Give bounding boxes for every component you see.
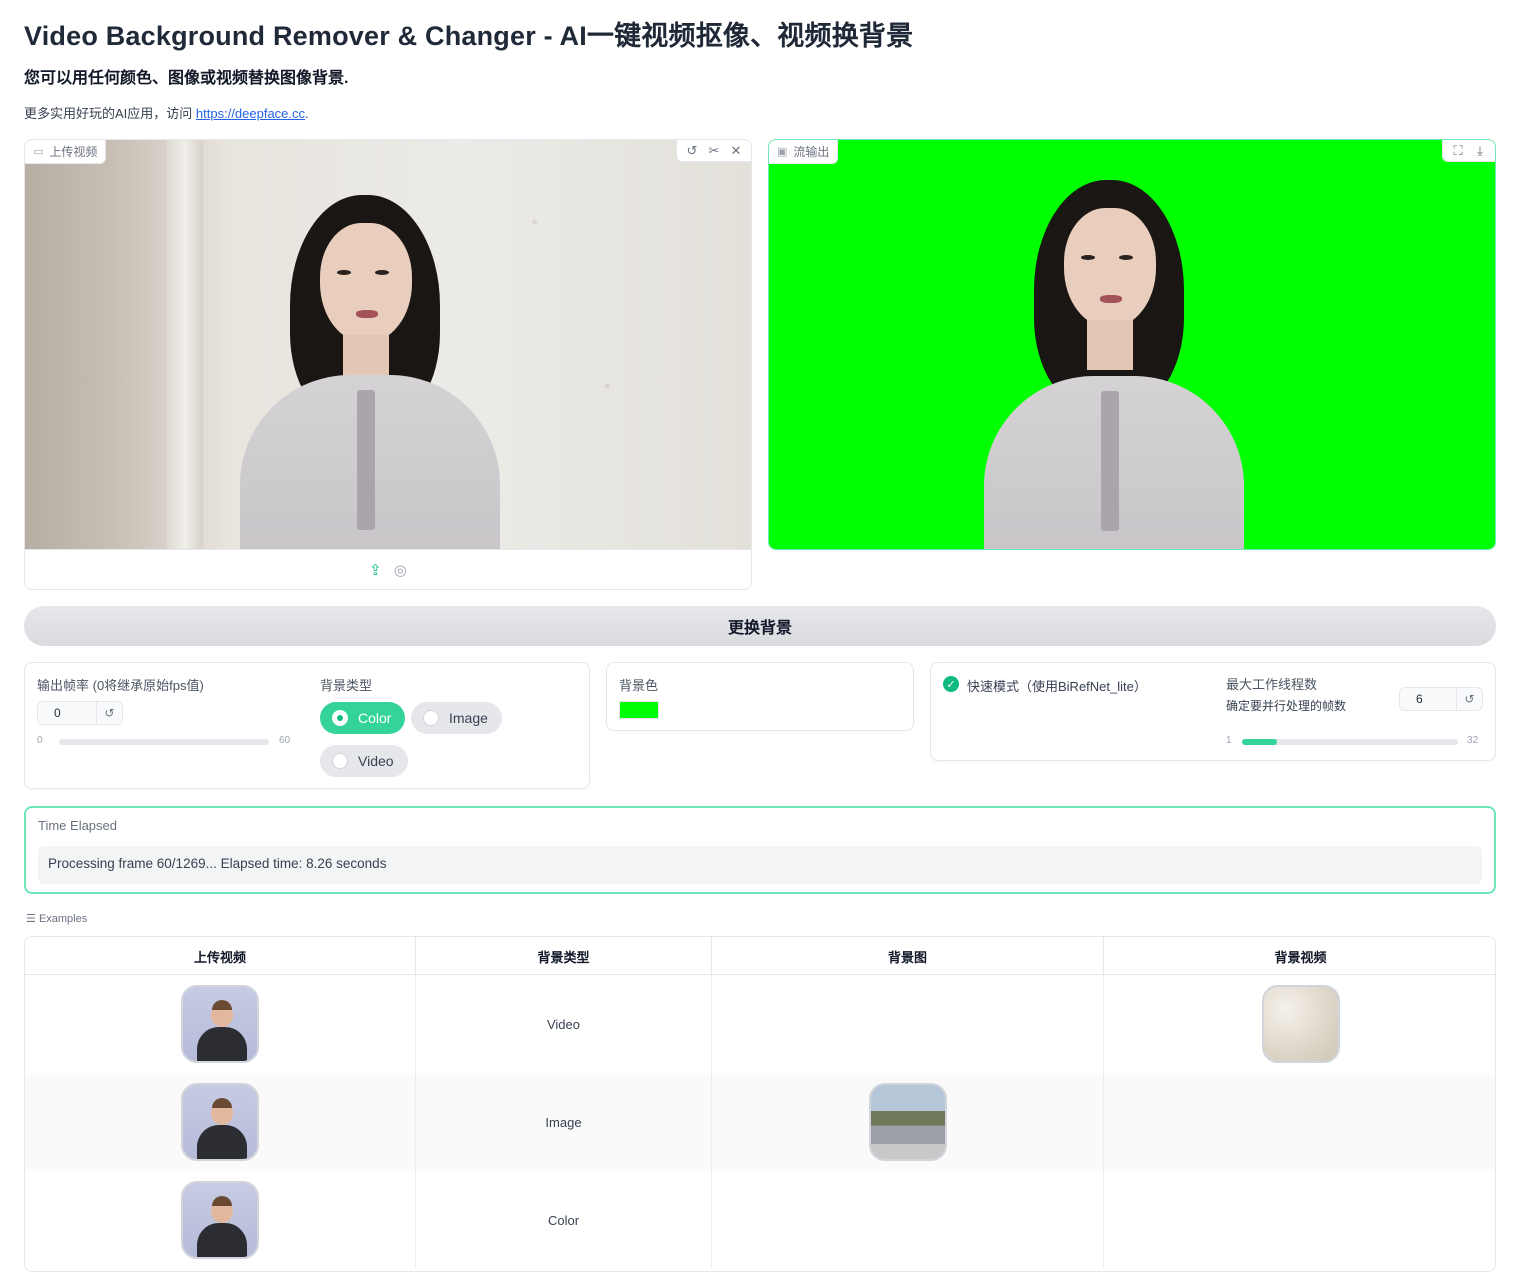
video-camera-icon: ▭	[33, 146, 44, 158]
input-video-toolbar: ↺ ✂ ✕	[676, 140, 751, 162]
fast-mode-label: 快速模式（使用BiRefNet_lite）	[967, 679, 1147, 694]
undo-icon[interactable]: ↺	[683, 142, 701, 160]
workers-reset-icon[interactable]: ↺	[1456, 688, 1482, 710]
example-video-thumbnail[interactable]	[181, 985, 259, 1063]
row-bg-type: Color	[416, 1171, 712, 1269]
example-video-thumbnail[interactable]	[181, 1083, 259, 1161]
more-apps-suffix: .	[305, 106, 309, 121]
column-header: 上传视频	[25, 937, 416, 975]
fps-min: 0	[37, 735, 43, 746]
input-video-label: ▭ 上传视频	[25, 140, 107, 164]
time-elapsed-label: Time Elapsed	[38, 818, 117, 833]
row-bg-image-cell	[712, 975, 1104, 1073]
table-row[interactable]: Video	[25, 975, 1495, 1073]
fps-reset-icon[interactable]: ↺	[96, 702, 122, 724]
row-bg-type: Image	[416, 1073, 712, 1171]
bg-type-image-label: Image	[449, 710, 488, 726]
image-icon: ▣	[777, 146, 788, 158]
fullscreen-icon[interactable]: ⛶	[1449, 142, 1467, 160]
download-icon[interactable]: ⤓	[1471, 142, 1489, 160]
radio-dot-icon	[332, 710, 348, 726]
fps-value: 0	[54, 706, 61, 720]
woman-figure-output	[969, 180, 1269, 549]
row-bg-video-cell	[1104, 1171, 1495, 1269]
upload-icon[interactable]: ⇪	[369, 561, 382, 579]
row-video-cell	[25, 1073, 416, 1171]
row-video-cell	[25, 1171, 416, 1269]
fps-max: 60	[279, 735, 291, 746]
bg-type-label: 背景类型	[320, 678, 373, 693]
workers-number-input[interactable]: 6 ↺	[1399, 687, 1483, 711]
bg-type-color-radio[interactable]: Color	[320, 702, 406, 734]
workers-sublabel: 确定要并行处理的帧数	[1226, 699, 1347, 713]
row-bg-image-cell	[712, 1171, 1104, 1269]
examples-table: 上传视频 背景类型 背景图 背景视频 Video Image Color	[24, 936, 1496, 1272]
workers-label: 最大工作线程数	[1226, 677, 1318, 692]
bg-color-card: 背景色	[606, 662, 914, 731]
change-background-button[interactable]: 更换背景	[24, 606, 1496, 646]
fast-mode-checkbox[interactable]: ✓	[943, 676, 959, 692]
row-bg-video-cell	[1104, 975, 1495, 1073]
time-elapsed-textbox[interactable]: Processing frame 60/1269... Elapsed time…	[38, 846, 1482, 884]
examples-label-text: Examples	[38, 913, 88, 925]
column-header: 背景类型	[416, 937, 712, 975]
close-icon[interactable]: ✕	[727, 142, 745, 160]
more-apps-prefix: 更多实用好玩的AI应用，访问	[24, 106, 196, 121]
row-bg-type: Video	[416, 975, 712, 1073]
output-stream-panel: ▣ 流输出 ⛶ ⤓	[768, 139, 1496, 550]
example-bg-image-thumbnail[interactable]	[868, 1083, 947, 1161]
workers-slider-fill	[1242, 739, 1277, 745]
deepface-link[interactable]: https://deepface.cc	[196, 106, 305, 121]
row-bg-video-cell	[1104, 1073, 1495, 1171]
example-bg-video-thumbnail[interactable]	[1261, 985, 1340, 1063]
workers-value: 6	[1416, 692, 1423, 706]
output-stream-label-text: 流输出	[793, 145, 830, 159]
radio-dot-icon	[423, 710, 439, 726]
fps-number-input[interactable]: 0 ↺	[37, 701, 123, 725]
scissors-icon[interactable]: ✂	[705, 142, 723, 160]
examples-table-header: 上传视频 背景类型 背景图 背景视频	[25, 937, 1495, 975]
input-video-label-text: 上传视频	[49, 145, 98, 159]
input-source-bar: ⇪ ◎	[25, 549, 751, 589]
bg-color-label: 背景色	[619, 678, 659, 693]
radio-dot-icon	[332, 753, 348, 769]
fps-slider[interactable]	[59, 739, 269, 745]
bg-type-video-label: Video	[358, 753, 394, 769]
column-header: 背景视频	[1274, 949, 1327, 965]
input-video-player[interactable]	[25, 140, 751, 550]
workers-min: 1	[1226, 735, 1232, 746]
fps-label: 输出帧率 (0将继承原始fps值)	[37, 678, 204, 693]
row-video-cell	[25, 975, 416, 1073]
time-elapsed-panel: Time Elapsed Processing frame 60/1269...…	[24, 806, 1496, 894]
fast-mode-card: ✓ 快速模式（使用BiRefNet_lite） 最大工作线程数 确定要并行处理的…	[930, 662, 1496, 761]
more-apps-line: 更多实用好玩的AI应用，访问 https://deepface.cc.	[24, 103, 309, 122]
list-icon: ☰	[26, 913, 36, 925]
examples-label: ☰ Examples	[26, 912, 87, 925]
workers-slider[interactable]	[1242, 739, 1458, 745]
bg-color-swatch[interactable]	[619, 701, 659, 719]
example-video-thumbnail[interactable]	[181, 1181, 259, 1259]
column-header: 背景图	[712, 937, 1104, 975]
woman-figure	[225, 195, 525, 550]
table-row[interactable]: Color	[25, 1171, 1495, 1269]
input-video-panel: ▭ 上传视频 ↺ ✂ ✕ ⇪ ◎	[24, 139, 752, 590]
bg-type-image-radio[interactable]: Image	[411, 702, 502, 734]
page-title: Video Background Remover & Changer - AI一…	[24, 21, 914, 51]
output-stream-label: ▣ 流输出	[769, 140, 839, 164]
webcam-icon[interactable]: ◎	[394, 561, 407, 579]
row-bg-image-cell	[712, 1073, 1104, 1171]
page-subtitle: 您可以用任何颜色、图像或视频替换图像背景.	[24, 70, 349, 87]
door-frame	[167, 140, 203, 550]
bg-type-video-radio[interactable]: Video	[320, 745, 408, 777]
workers-max: 32	[1467, 735, 1479, 746]
fps-and-type-card: 输出帧率 (0将继承原始fps值) 0 ↺ 0 60 背景类型 Color Im…	[24, 662, 590, 789]
output-toolbar: ⛶ ⤓	[1442, 140, 1495, 162]
bg-type-color-label: Color	[358, 710, 392, 726]
output-stream-image	[769, 140, 1495, 549]
table-row[interactable]: Image	[25, 1073, 1495, 1171]
